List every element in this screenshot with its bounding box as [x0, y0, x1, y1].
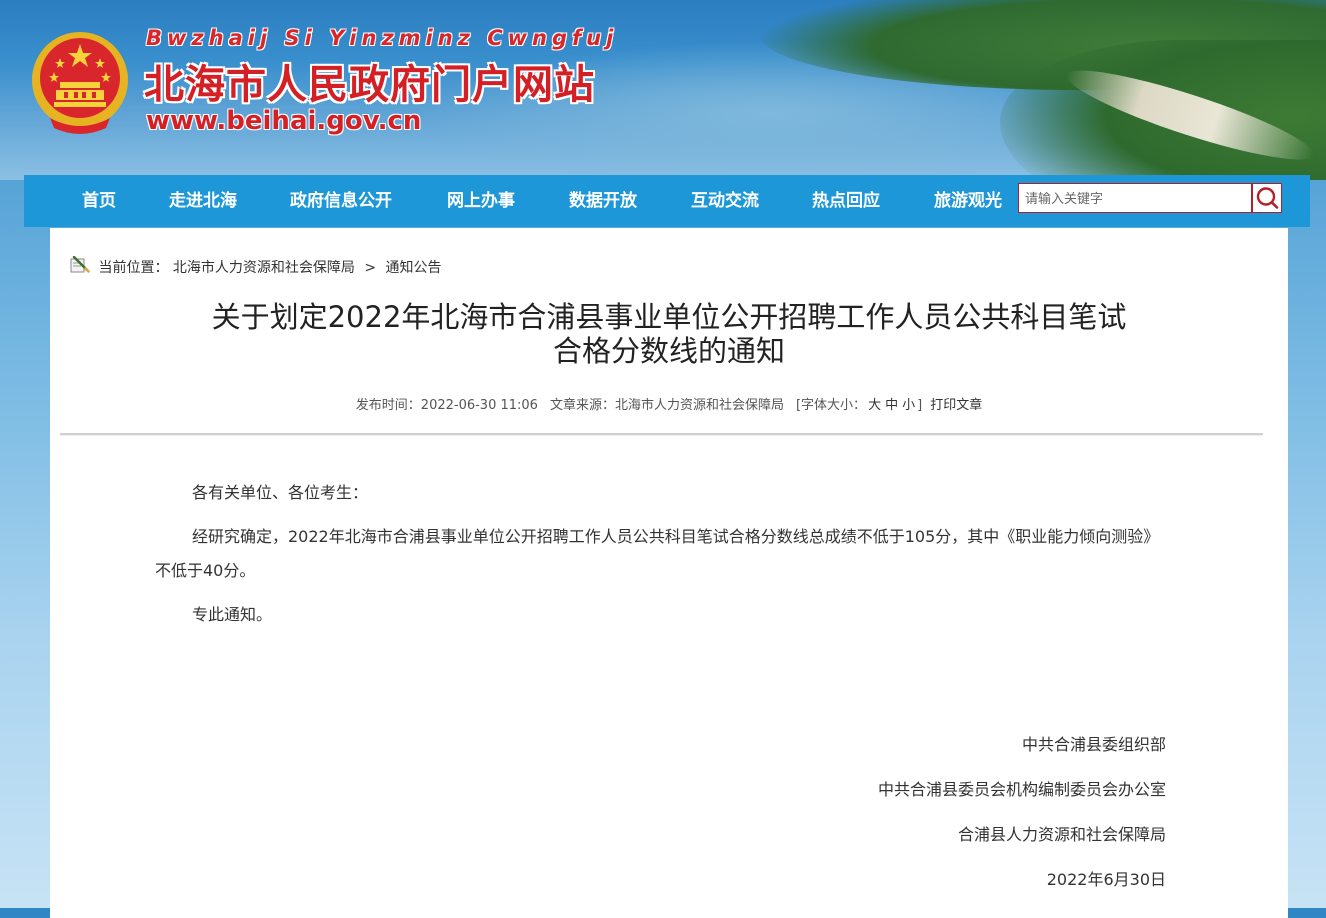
search-box — [1018, 183, 1255, 214]
nav-item-about[interactable]: 走进北海 — [158, 175, 248, 227]
nav-item-home[interactable]: 首页 — [64, 175, 134, 227]
article-paragraph: 专此通知。 — [192, 605, 273, 624]
signature-org: 中共合浦县委员会机构编制委员会办公室 — [877, 780, 1166, 799]
site-banner: Bwzhaij Si Yinzminz Cwngfuj 北海市人民政府门户网站 … — [0, 0, 1326, 180]
pencil-icon — [70, 256, 90, 273]
breadcrumb-separator: > — [364, 260, 377, 276]
title-divider — [60, 433, 1263, 436]
article-title: 关于划定2022年北海市合浦县事业单位公开招聘工作人员公共科目笔试 合格分数线的… — [110, 300, 1228, 368]
nav-item-gov-info[interactable]: 政府信息公开 — [278, 175, 404, 227]
nav-item-interaction[interactable]: 互动交流 — [680, 175, 770, 227]
breadcrumb-link-hrss-bureau[interactable]: 北海市人力资源和社会保障局 — [173, 260, 355, 276]
search-input[interactable] — [1019, 184, 1255, 214]
nav-item-hot-response[interactable]: 热点回应 — [801, 175, 891, 227]
search-icon — [1256, 187, 1279, 209]
article-source: 北海市人力资源和社会保障局 — [614, 398, 784, 413]
breadcrumb-prefix: 当前位置： — [98, 260, 169, 276]
font-size-medium-button[interactable]: 中 — [885, 398, 898, 413]
signature-org: 合浦县人力资源和社会保障局 — [957, 825, 1166, 844]
nav-item-open-data[interactable]: 数据开放 — [558, 175, 648, 227]
breadcrumb: 当前位置： 北海市人力资源和社会保障局 > 通知公告 — [70, 256, 442, 277]
site-roman-name: Bwzhaij Si Yinzminz Cwngfuj — [146, 26, 619, 50]
breadcrumb-link-notices[interactable]: 通知公告 — [386, 260, 442, 276]
publish-label: 发布时间： — [355, 398, 421, 413]
search-button[interactable] — [1252, 183, 1282, 213]
site-url: www.beihai.gov.cn — [146, 106, 422, 136]
font-size-label: [字体大小： — [795, 398, 867, 413]
nav-item-online-services[interactable]: 网上办事 — [436, 175, 526, 227]
signature-date: 2022年6月30日 — [1046, 870, 1166, 889]
publish-time: 2022-06-30 11:06 — [420, 398, 538, 413]
nav-item-tourism[interactable]: 旅游观光 — [923, 175, 1013, 227]
article-paragraph: 经研究确定，2022年北海市合浦县事业单位公开招聘工作人员公共科目笔试合格分数线… — [155, 527, 1160, 580]
font-size-large-button[interactable]: 大 — [868, 398, 881, 413]
national-emblem-icon — [32, 32, 128, 134]
print-article-button[interactable]: 打印文章 — [930, 398, 982, 413]
article-body: 各有关单位、各位考生： 经研究确定，2022年北海市合浦县事业单位公开招聘工作人… — [155, 476, 1167, 642]
article-paragraph: 各有关单位、各位考生： — [192, 483, 369, 502]
content-panel: 当前位置： 北海市人力资源和社会保障局 > 通知公告 关于划定2022年北海市合… — [50, 228, 1288, 918]
article-title-line2: 合格分数线的通知 — [552, 334, 785, 368]
article-meta: 发布时间：2022-06-30 11:06 文章来源：北海市人力资源和社会保障局 [… — [50, 394, 1288, 413]
signature-org: 中共合浦县委组织部 — [1021, 735, 1166, 754]
source-label: 文章来源： — [549, 398, 615, 413]
article-title-line1: 关于划定2022年北海市合浦县事业单位公开招聘工作人员公共科目笔试 — [211, 300, 1127, 334]
article-signatures: 中共合浦县委组织部 中共合浦县委员会机构编制委员会办公室 合浦县人力资源和社会保… — [878, 728, 1166, 908]
font-size-small-button[interactable]: 小 — [902, 398, 915, 413]
site-title: 北海市人民政府门户网站 — [144, 62, 595, 108]
font-size-close: ] — [917, 398, 923, 413]
main-nav: 首页 走进北海 政府信息公开 网上办事 数据开放 互动交流 热点回应 旅游观光 — [24, 175, 1310, 227]
